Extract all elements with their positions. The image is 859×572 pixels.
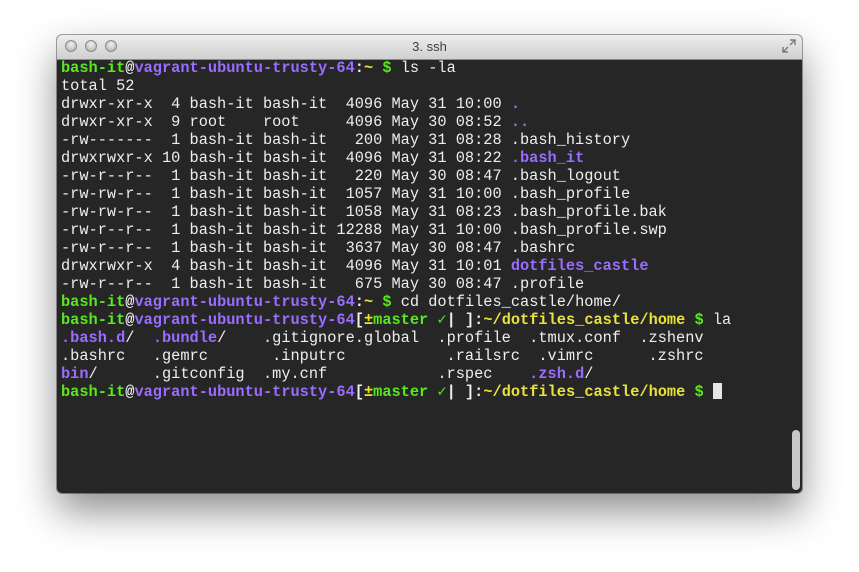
terminal-text: ~/dotfiles_castle/home: [483, 311, 686, 329]
title-bar: 3. ssh: [57, 35, 802, 60]
fullscreen-icon[interactable]: [782, 39, 796, 53]
terminal-text: drwxr-xr-x 4 bash-it bash-it 4096 May 31…: [61, 95, 511, 113]
terminal-text: vagrant-ubuntu-trusty-64: [134, 59, 355, 77]
terminal-line: bash-it@vagrant-ubuntu-trusty-64:~ $ ls …: [61, 59, 787, 77]
terminal-text: cd dotfiles_castle/home/: [400, 293, 621, 311]
terminal-text: ]:: [464, 311, 484, 329]
terminal-text: dotfiles_castle: [510, 257, 649, 275]
terminal-text: $: [685, 311, 713, 329]
terminal-line: bash-it@vagrant-ubuntu-trusty-64[±master…: [61, 311, 787, 329]
terminal-text: /: [584, 365, 594, 383]
terminal-text: bin: [61, 365, 89, 383]
terminal-line: -rw-r--r-- 1 bash-it bash-it 220 May 30 …: [61, 167, 787, 185]
terminal-text: [: [354, 383, 364, 401]
terminal-text: drwxrwxr-x 4 bash-it bash-it 4096 May 31…: [61, 257, 511, 275]
terminal-line: drwxrwxr-x 10 bash-it bash-it 4096 May 3…: [61, 149, 787, 167]
terminal-window: 3. ssh bash-it@vagrant-ubuntu-trusty-64:…: [57, 35, 802, 493]
terminal-text: ]:: [464, 383, 484, 401]
terminal-text: vagrant-ubuntu-trusty-64: [134, 383, 355, 401]
terminal-text: vagrant-ubuntu-trusty-64: [134, 293, 355, 311]
terminal-text: .bashrc .gemrc .inputrc .railsrc .vimrc …: [61, 347, 704, 365]
terminal-text: total 52: [61, 77, 135, 95]
terminal-text: ls -la: [400, 59, 456, 77]
terminal-line: -rw-r--r-- 1 bash-it bash-it 675 May 30 …: [61, 275, 787, 293]
terminal-text: [: [354, 311, 364, 329]
terminal-text: .: [510, 95, 520, 113]
terminal-text: $: [373, 293, 401, 311]
terminal-text: $: [685, 383, 713, 401]
terminal-text: -rw-r--r-- 1 bash-it bash-it 675 May 30 …: [61, 275, 585, 293]
terminal-text: bash-it: [61, 293, 126, 311]
terminal-text: ±: [363, 311, 374, 329]
window-title: 3. ssh: [412, 39, 447, 54]
terminal-line: bash-it@vagrant-ubuntu-trusty-64:~ $ cd …: [61, 293, 787, 311]
terminal-text: / .gitconfig .my.cnf .rspec: [88, 365, 530, 383]
terminal-line: -rw------- 1 bash-it bash-it 200 May 31 …: [61, 131, 787, 149]
terminal-line: drwxr-xr-x 9 root root 4096 May 30 08:52…: [61, 113, 787, 131]
terminal-text: vagrant-ubuntu-trusty-64: [134, 311, 355, 329]
terminal-text: drwxrwxr-x 10 bash-it bash-it 4096 May 3…: [61, 149, 511, 167]
text-cursor: [712, 383, 722, 399]
terminal-line: drwxrwxr-x 4 bash-it bash-it 4096 May 31…: [61, 257, 787, 275]
terminal-text: |: [446, 311, 465, 329]
terminal-text: master: [373, 311, 438, 329]
terminal-text: :: [354, 59, 364, 77]
terminal-text: .bash.d: [61, 329, 126, 347]
terminal-text: :: [354, 293, 364, 311]
terminal-text: ~: [363, 293, 374, 311]
terminal-text: .zsh.d: [529, 365, 585, 383]
terminal-text: -rw------- 1 bash-it bash-it 200 May 31 …: [61, 131, 631, 149]
terminal-text: la: [712, 311, 732, 329]
terminal-text: .bash_it: [510, 149, 585, 167]
terminal-text: drwxr-xr-x 9 root root 4096 May 30 08:52: [61, 113, 511, 131]
terminal-text: master: [373, 383, 438, 401]
terminal-line: -rw-rw-r-- 1 bash-it bash-it 1058 May 31…: [61, 203, 787, 221]
terminal-text: ±: [363, 383, 374, 401]
terminal-text: bash-it: [61, 311, 126, 329]
terminal-line: bin/ .gitconfig .my.cnf .rspec .zsh.d/: [61, 365, 787, 383]
terminal-line: drwxr-xr-x 4 bash-it bash-it 4096 May 31…: [61, 95, 787, 113]
terminal-line: .bashrc .gemrc .inputrc .railsrc .vimrc …: [61, 347, 787, 365]
terminal-text: $: [373, 59, 401, 77]
terminal-text: .bundle: [152, 329, 218, 347]
terminal-text: ~/dotfiles_castle/home: [483, 383, 686, 401]
terminal-text: ✓: [437, 311, 447, 329]
terminal-text: / .gitignore.global .profile .tmux.conf …: [217, 329, 704, 347]
terminal-text: /: [125, 329, 153, 347]
terminal-text: ✓: [437, 383, 447, 401]
terminal-text: -rw-r--r-- 1 bash-it bash-it 220 May 30 …: [61, 167, 621, 185]
terminal-line: bash-it@vagrant-ubuntu-trusty-64[±master…: [61, 383, 787, 401]
scrollbar-thumb[interactable]: [792, 430, 800, 490]
terminal-text: ~: [363, 59, 374, 77]
terminal-text: bash-it: [61, 383, 126, 401]
terminal-line: -rw-rw-r-- 1 bash-it bash-it 1057 May 31…: [61, 185, 787, 203]
terminal-text: -rw-r--r-- 1 bash-it bash-it 12288 May 3…: [61, 221, 667, 239]
terminal-text: -rw-rw-r-- 1 bash-it bash-it 1057 May 31…: [61, 185, 631, 203]
terminal-text: bash-it: [61, 59, 126, 77]
terminal-text: -rw-rw-r-- 1 bash-it bash-it 1058 May 31…: [61, 203, 667, 221]
terminal-line: total 52: [61, 77, 787, 95]
terminal-line: -rw-r--r-- 1 bash-it bash-it 12288 May 3…: [61, 221, 787, 239]
terminal-text: -rw-r--r-- 1 bash-it bash-it 3637 May 30…: [61, 239, 576, 257]
terminal-line: -rw-r--r-- 1 bash-it bash-it 3637 May 30…: [61, 239, 787, 257]
terminal-output[interactable]: bash-it@vagrant-ubuntu-trusty-64:~ $ ls …: [61, 59, 787, 489]
terminal-text: |: [446, 383, 465, 401]
terminal-line: .bash.d/ .bundle/ .gitignore.global .pro…: [61, 329, 787, 347]
terminal-text: ..: [510, 113, 530, 131]
